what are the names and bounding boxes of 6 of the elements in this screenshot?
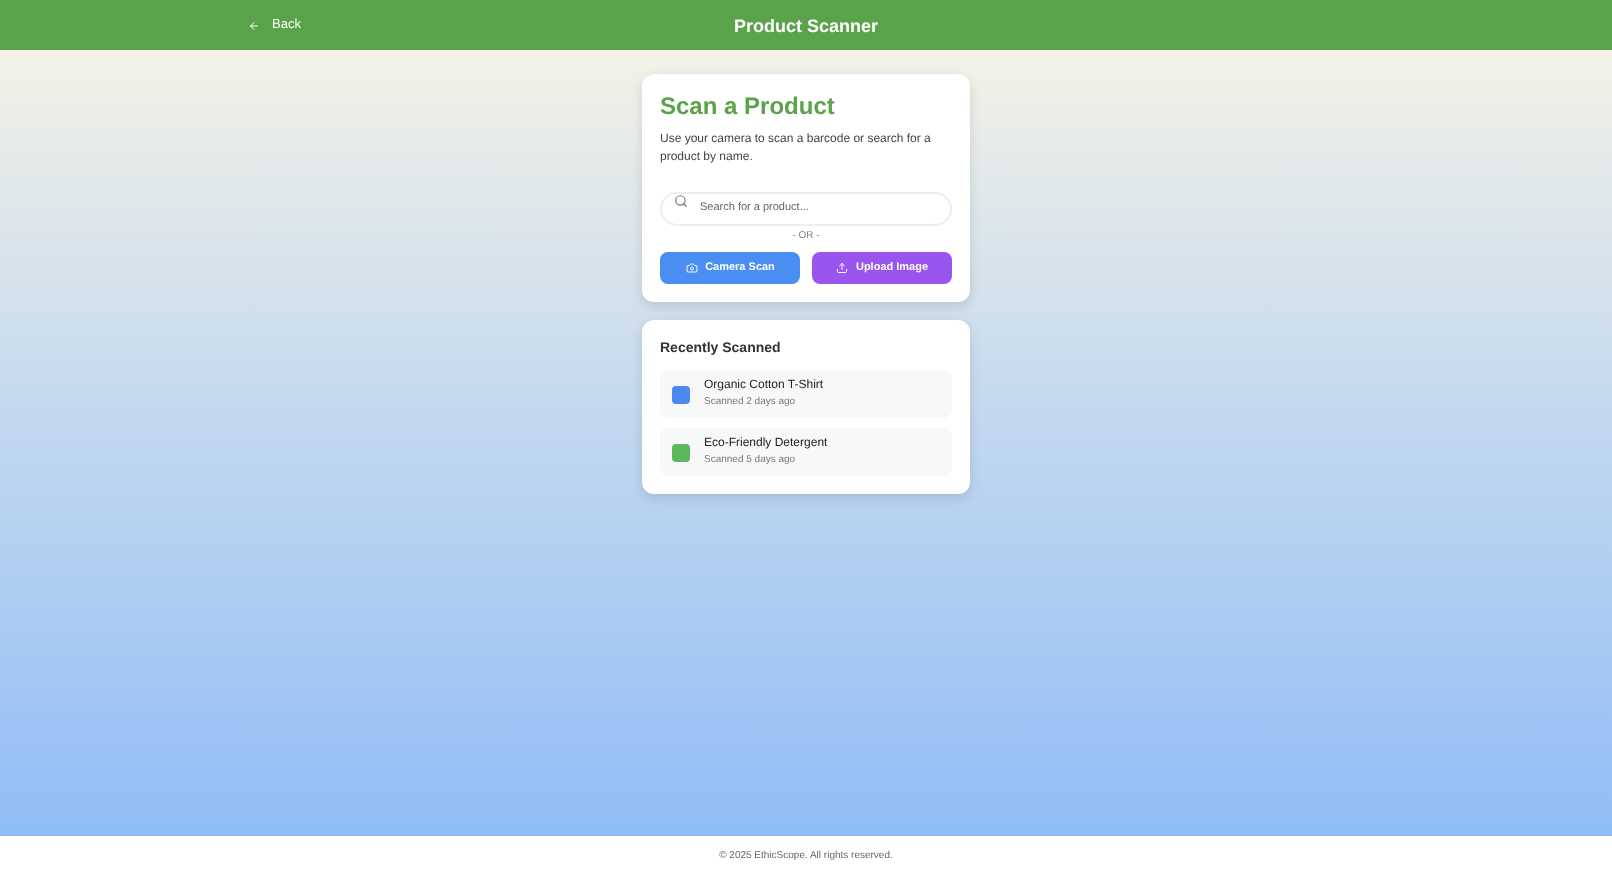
- upload-icon: [835, 262, 848, 274]
- card-title: Scan a Product: [660, 92, 837, 120]
- search-icon: [674, 194, 688, 208]
- camera-icon: [685, 262, 698, 274]
- back-arrow-icon: [248, 19, 260, 31]
- page-title: Product Scanner: [733, 15, 879, 35]
